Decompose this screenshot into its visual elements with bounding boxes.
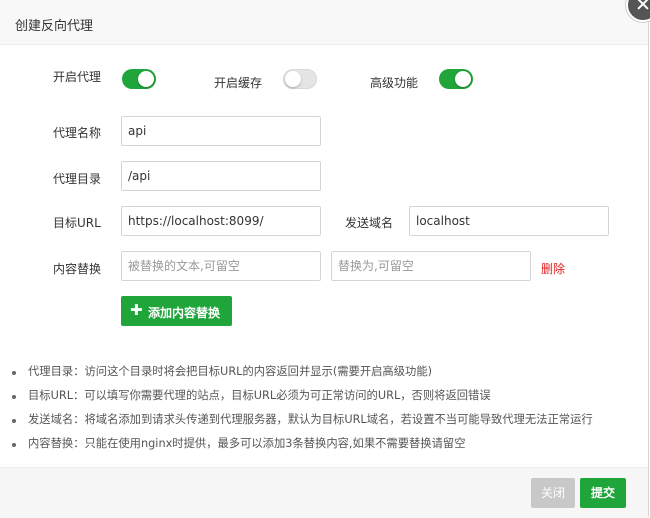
proxy-enable-toggle[interactable]	[122, 69, 156, 89]
submit-button[interactable]: 提交	[580, 478, 626, 508]
proxy-dir-input[interactable]: /api	[121, 161, 321, 191]
target-url-label: 目标URL	[53, 216, 101, 230]
replace-from-input[interactable]: 被替换的文本,可留空	[121, 251, 321, 281]
help-note: 发送域名：将域名添加到请求头传递到代理服务器，默认为目标URL域名，若设置不当可…	[12, 408, 642, 432]
close-button[interactable]: 关闭	[531, 478, 575, 508]
send-domain-input[interactable]: localhost	[409, 206, 609, 236]
cache-enable-toggle[interactable]	[283, 69, 317, 89]
target-url-input[interactable]: https://localhost:8099/	[121, 206, 321, 236]
proxy-enable-label: 开启代理	[53, 70, 102, 84]
proxy-name-input[interactable]: api	[121, 116, 321, 146]
advanced-toggle[interactable]	[439, 69, 473, 89]
toggle-knob	[455, 71, 471, 87]
toggle-knob	[138, 71, 154, 87]
dialog-title: 创建反向代理	[15, 19, 94, 34]
help-notes: 代理目录：访问这个目录时将会把目标URL的内容返回并显示(需要开启高级功能) 目…	[12, 360, 642, 456]
toggle-knob	[285, 71, 301, 87]
help-note: 代理目录：访问这个目录时将会把目标URL的内容返回并显示(需要开启高级功能)	[12, 360, 642, 384]
add-content-replace-label: 添加内容替换	[148, 306, 221, 320]
proxy-dir-label: 代理目录	[53, 172, 102, 186]
add-content-replace-button[interactable]: ✚ 添加内容替换	[121, 296, 232, 326]
content-replace-label: 内容替换	[53, 262, 102, 276]
help-note: 内容替换：只能在使用nginx时提供，最多可以添加3条替换内容,如果不需要替换请…	[12, 432, 642, 456]
help-note: 目标URL：可以填写你需要代理的站点，目标URL必须为可正常访问的URL，否则将…	[12, 384, 642, 408]
plus-icon: ✚	[130, 301, 143, 319]
advanced-label: 高级功能	[370, 76, 419, 90]
cache-enable-label: 开启缓存	[214, 76, 263, 90]
replace-to-input[interactable]: 替换为,可留空	[331, 251, 531, 281]
delete-replace-link[interactable]: 删除	[541, 260, 565, 277]
dialog-titlebar: 创建反向代理	[0, 0, 648, 45]
proxy-name-label: 代理名称	[53, 126, 102, 140]
create-reverse-proxy-dialog: 创建反向代理 开启代理 开启缓存 高级功能 代理名称 api 代理目录 /api…	[0, 0, 650, 518]
send-domain-label: 发送域名	[345, 216, 394, 230]
